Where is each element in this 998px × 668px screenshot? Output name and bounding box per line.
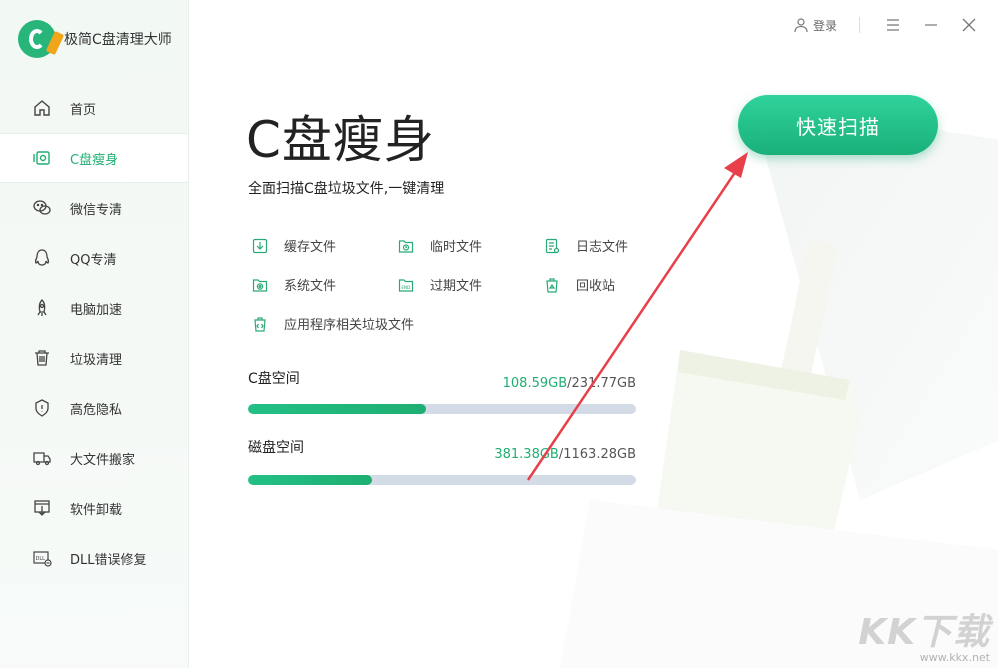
disk-space: 磁盘空间 381.38GB/1163.28GB	[248, 437, 636, 485]
menu-icon	[887, 19, 899, 31]
page-title: C盘瘦身	[246, 111, 435, 169]
sidebar-item-label: 电脑加速	[70, 302, 123, 318]
sidebar-item-label: 垃圾清理	[70, 352, 123, 368]
c-space-total: 231.77GB	[571, 376, 636, 391]
wechat-icon	[32, 198, 52, 218]
c-space-label: C盘空间	[248, 371, 300, 387]
system-icon	[252, 278, 268, 292]
sidebar: 极简C盘清理大师 首页 C盘瘦身 微信专清 QQ专清 电脑加速 垃圾清理 高危隐…	[0, 0, 189, 668]
expired-icon: END	[398, 278, 414, 292]
sidebar-item-c-slim[interactable]: C盘瘦身	[0, 133, 188, 183]
category-recycle: 回收站	[544, 275, 615, 294]
sidebar-item-label: 大文件搬家	[70, 452, 136, 468]
sidebar-item-qq[interactable]: QQ专清	[0, 233, 188, 283]
category-app-junk: 应用程序相关垃圾文件	[252, 314, 414, 333]
uninstall-icon	[32, 498, 52, 518]
shield-icon	[32, 398, 52, 418]
rocket-icon	[32, 298, 52, 318]
disk-space-used: 381.38GB	[494, 447, 559, 462]
sidebar-item-dll[interactable]: DLL DLL错误修复	[0, 533, 188, 583]
category-system: 系统文件	[252, 275, 336, 294]
sidebar-item-label: 高危隐私	[70, 402, 123, 418]
category-label: 回收站	[576, 279, 616, 294]
login-button[interactable]: 登录	[793, 17, 837, 34]
svg-text:DLL: DLL	[36, 556, 46, 562]
watermark-text: KK下载	[858, 612, 990, 653]
sidebar-item-privacy[interactable]: 高危隐私	[0, 383, 188, 433]
toolbar-divider	[859, 17, 860, 33]
window-controls: 登录	[793, 14, 984, 36]
category-label: 系统文件	[284, 279, 337, 294]
minimize-button[interactable]	[916, 14, 946, 36]
category-label: 日志文件	[576, 240, 629, 255]
sidebar-item-wechat[interactable]: 微信专清	[0, 183, 188, 233]
c-drive-space: C盘空间 108.59GB/231.77GB	[248, 368, 636, 414]
category-cache: 缓存文件	[252, 236, 336, 255]
log-icon	[545, 238, 560, 253]
disk-space-progress	[248, 475, 636, 485]
c-space-progress-fill	[248, 404, 427, 414]
disk-space-label: 磁盘空间	[248, 440, 304, 456]
category-temp: 临时文件	[398, 236, 482, 255]
category-log: 日志文件	[544, 236, 628, 255]
quick-scan-button[interactable]: 快速扫描	[738, 95, 938, 155]
category-label: 临时文件	[430, 240, 483, 255]
disk-icon	[32, 148, 52, 168]
temp-icon	[398, 239, 414, 253]
login-label: 登录	[812, 18, 837, 33]
sidebar-item-label: DLL错误修复	[70, 552, 147, 568]
menu-button[interactable]	[878, 14, 908, 36]
category-expired: END 过期文件	[398, 275, 482, 294]
disk-space-total: 1163.28GB	[563, 447, 636, 462]
minimize-icon	[925, 24, 937, 26]
app-name: 极简C盘清理大师	[64, 32, 172, 48]
app-logo-icon	[18, 20, 65, 58]
close-icon	[962, 18, 976, 32]
dll-icon: DLL	[32, 548, 52, 568]
home-icon	[32, 98, 52, 118]
category-label: 过期文件	[430, 279, 483, 294]
user-icon	[794, 18, 808, 33]
svg-text:END: END	[401, 285, 410, 290]
recycle-icon	[546, 277, 558, 293]
sidebar-item-label: QQ专清	[70, 252, 117, 268]
close-button[interactable]	[954, 14, 984, 36]
qq-icon	[32, 248, 52, 268]
sidebar-item-label: 首页	[70, 102, 97, 118]
trash-icon	[32, 348, 52, 368]
app-junk-icon	[254, 316, 266, 332]
cache-icon	[252, 238, 268, 253]
app-logo: 极简C盘清理大师	[18, 20, 172, 58]
category-label: 应用程序相关垃圾文件	[284, 318, 415, 333]
sidebar-item-label: C盘瘦身	[70, 152, 119, 168]
sidebar-item-home[interactable]: 首页	[0, 83, 188, 133]
sidebar-item-uninstall[interactable]: 软件卸载	[0, 483, 188, 533]
c-space-used: 108.59GB	[502, 376, 568, 391]
sidebar-item-label: 软件卸载	[70, 502, 123, 518]
sidebar-nav: 首页 C盘瘦身 微信专清 QQ专清 电脑加速 垃圾清理 高危隐私 大文件搬家 软…	[0, 83, 188, 583]
category-label: 缓存文件	[284, 240, 337, 255]
page-subtitle: 全面扫描C盘垃圾文件,一键清理	[248, 181, 445, 197]
sidebar-item-speedup[interactable]: 电脑加速	[0, 283, 188, 333]
sidebar-item-junk[interactable]: 垃圾清理	[0, 333, 188, 383]
c-space-value: 108.59GB/231.77GB	[502, 376, 636, 391]
disk-space-progress-fill	[248, 475, 373, 485]
disk-space-value: 381.38GB/1163.28GB	[494, 447, 636, 462]
sidebar-item-label: 微信专清	[70, 202, 123, 218]
watermark: KK下载 www.kkx.net	[858, 603, 990, 664]
c-space-progress	[248, 404, 636, 414]
truck-icon	[32, 448, 52, 468]
sidebar-item-bigfile[interactable]: 大文件搬家	[0, 433, 188, 483]
